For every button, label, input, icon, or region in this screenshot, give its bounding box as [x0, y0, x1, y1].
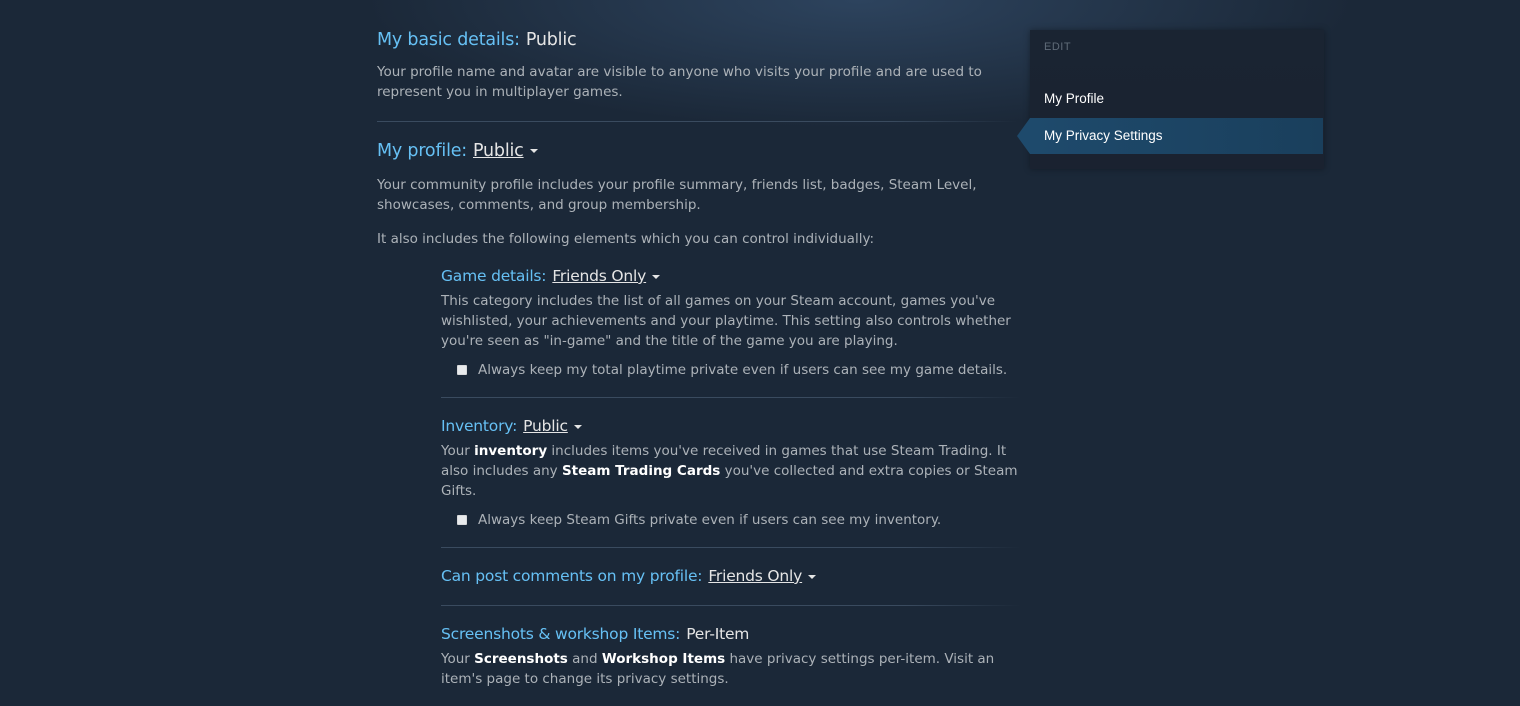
comments-privacy-dropdown[interactable]: Friends Only — [708, 567, 802, 585]
profile-description: Your community profile includes your pro… — [377, 177, 977, 213]
screenshots-section: Screenshots & workshop Items: Per-Item Yo… — [441, 623, 1021, 689]
bold-text: Workshop Items — [601, 651, 726, 667]
inventory-privacy-dropdown[interactable]: Public — [523, 417, 568, 435]
sidebar-item-my-privacy-settings[interactable]: My Privacy Settings — [1017, 118, 1323, 154]
game-details-section: Game details: Friends Only This category … — [441, 265, 1021, 398]
sidebar-header: EDIT — [1044, 41, 1072, 53]
profile-label: My profile: — [377, 141, 467, 161]
profile-sub-intro: It also includes the following elements … — [377, 231, 874, 247]
gifts-private-checkbox[interactable] — [457, 515, 467, 525]
profile-section: My profile: Public Your community profile… — [377, 139, 1017, 249]
inventory-privacy-value: Public — [523, 417, 568, 435]
comments-title: Can post comments on my profile: Friends … — [441, 565, 1021, 587]
inventory-label: Inventory: — [441, 417, 518, 435]
inventory-description: Your inventory includes items you've rec… — [441, 441, 1021, 501]
playtime-private-checkbox[interactable] — [457, 365, 467, 375]
sidebar-item-label: My Profile — [1044, 91, 1105, 106]
sidebar-item-label: My Privacy Settings — [1044, 128, 1163, 143]
gifts-private-option[interactable]: Always keep Steam Gifts private even if … — [457, 512, 1021, 528]
screenshots-title: Screenshots & workshop Items: Per-Item — [441, 623, 1021, 645]
caret-down-icon[interactable] — [573, 424, 582, 429]
edit-sidebar: EDIT My Profile My Privacy Settings — [1017, 30, 1324, 169]
gifts-private-label: Always keep Steam Gifts private even if … — [478, 512, 942, 528]
divider — [441, 397, 1021, 398]
basic-details-section: My basic details: Public Your profile nam… — [377, 28, 1017, 102]
profile-privacy-dropdown[interactable]: Public — [473, 141, 524, 161]
divider — [441, 547, 1021, 548]
game-details-privacy-dropdown[interactable]: Friends Only — [552, 267, 646, 285]
caret-down-icon[interactable] — [529, 149, 538, 153]
sidebar-item-my-profile[interactable]: My Profile — [1030, 81, 1323, 117]
inventory-title: Inventory: Public — [441, 415, 1021, 437]
profile-privacy-value: Public — [473, 141, 524, 161]
bold-text: inventory — [474, 443, 548, 459]
basic-details-label: My basic details: — [377, 30, 520, 50]
divider — [441, 605, 1021, 606]
text: and — [567, 651, 602, 667]
basic-details-value: Public — [525, 30, 577, 50]
divider — [377, 121, 1017, 122]
privacy-settings-main: My basic details: Public Your profile nam… — [377, 28, 1021, 689]
text: Your — [441, 651, 475, 667]
inventory-section: Inventory: Public Your inventory includes… — [441, 415, 1021, 548]
caret-down-icon[interactable] — [808, 574, 817, 579]
basic-details-description: Your profile name and avatar are visible… — [377, 64, 982, 100]
comments-privacy-value: Friends Only — [708, 567, 803, 585]
game-details-label: Game details: — [441, 267, 547, 285]
bold-text: Screenshots — [474, 651, 568, 667]
caret-down-icon[interactable] — [652, 274, 661, 279]
comments-label: Can post comments on my profile: — [441, 567, 703, 585]
screenshots-value: Per-Item — [686, 625, 750, 643]
basic-details-title: My basic details: Public — [377, 28, 1017, 52]
comments-section: Can post comments on my profile: Friends … — [441, 565, 1021, 606]
screenshots-description: Your Screenshots and Workshop Items have… — [441, 649, 1021, 689]
profile-title: My profile: Public — [377, 139, 1017, 163]
text: Your — [441, 443, 475, 459]
game-details-description: This category includes the list of all g… — [441, 293, 1011, 349]
game-details-privacy-value: Friends Only — [552, 267, 647, 285]
game-details-title: Game details: Friends Only — [441, 265, 1021, 287]
playtime-private-option[interactable]: Always keep my total playtime private ev… — [457, 362, 1021, 378]
playtime-private-label: Always keep my total playtime private ev… — [478, 362, 1008, 378]
bold-text: Steam Trading Cards — [561, 463, 721, 479]
screenshots-label: Screenshots & workshop Items: — [441, 625, 681, 643]
